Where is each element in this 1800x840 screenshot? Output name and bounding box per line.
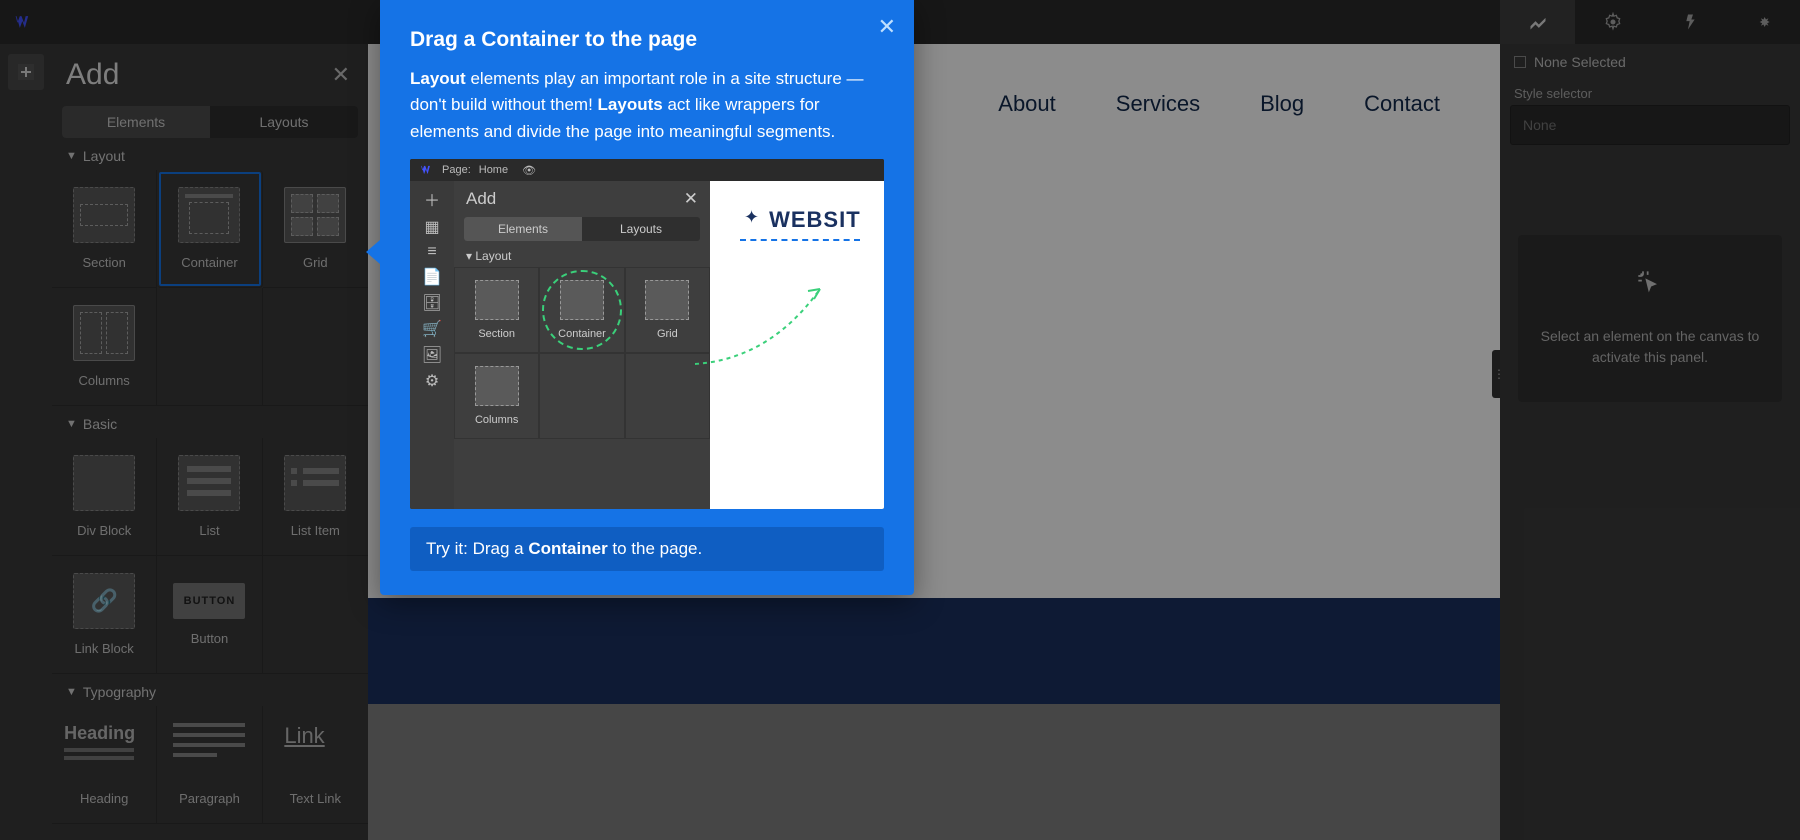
style-selector-label: Style selector [1500, 80, 1800, 105]
el-heading[interactable]: HeadingHeading [52, 706, 157, 824]
selection-crumb: None Selected [1500, 44, 1800, 80]
heading-thumb-icon: Heading [64, 723, 144, 779]
nav-about[interactable]: About [998, 91, 1056, 117]
add-panel: Add ✕ Elements Layouts ▼Layout Section C… [52, 44, 368, 840]
popup-demo-image: Page:Home 👁 ＋▦≡📄🗄🛒🖼⚙ Add✕ ElementsLayout… [410, 159, 884, 509]
popup-try-it: Try it: Drag a Container to the page. [410, 527, 884, 571]
nav-blog[interactable]: Blog [1260, 91, 1304, 117]
tab-interactions[interactable] [1650, 0, 1725, 44]
tutorial-popup: ✕ Drag a Container to the page Layout el… [380, 0, 914, 595]
tab-settings[interactable] [1575, 0, 1650, 44]
link-thumb-icon: 🔗 [73, 573, 135, 629]
add-element-tool[interactable] [8, 54, 44, 90]
chevron-down-icon: ▼ [66, 418, 77, 430]
el-list-item[interactable]: List Item [263, 438, 368, 556]
empty-state-card: Select an element on the canvas to activ… [1518, 235, 1782, 402]
list-thumb-icon [178, 455, 240, 511]
chevron-down-icon: ▼ [66, 686, 77, 698]
popup-caret-icon [366, 240, 380, 264]
el-section[interactable]: Section [52, 170, 157, 288]
nav-services[interactable]: Services [1116, 91, 1200, 117]
close-icon[interactable]: ✕ [332, 62, 350, 88]
button-thumb-icon: BUTTON [173, 583, 245, 619]
chevron-down-icon: ▼ [66, 150, 77, 162]
el-grid[interactable]: Grid [263, 170, 368, 288]
add-panel-title: Add [66, 58, 119, 92]
tab-effects[interactable] [1725, 0, 1800, 44]
list-item-thumb-icon [284, 455, 346, 511]
div-thumb-icon [73, 455, 135, 511]
grid-thumb-icon [284, 187, 346, 243]
style-selector-input[interactable]: None [1510, 105, 1790, 145]
el-paragraph[interactable]: Paragraph [157, 706, 262, 824]
container-thumb-icon [178, 187, 240, 243]
text-link-thumb-icon: Link [284, 723, 346, 779]
popup-body: Layout elements play an important role i… [410, 66, 884, 145]
style-panel: None Selected Style selector None Select… [1500, 0, 1800, 840]
el-text-link[interactable]: LinkText Link [263, 706, 368, 824]
section-header-typography[interactable]: ▼Typography [52, 674, 368, 706]
nav-contact[interactable]: Contact [1364, 91, 1440, 117]
el-div-block[interactable]: Div Block [52, 438, 157, 556]
section-header-layout[interactable]: ▼Layout [52, 138, 368, 170]
cursor-click-icon [1538, 269, 1762, 308]
el-button[interactable]: BUTTONButton [157, 556, 262, 674]
el-link-block[interactable]: 🔗Link Block [52, 556, 157, 674]
el-container[interactable]: Container [157, 170, 262, 288]
close-icon[interactable]: ✕ [878, 14, 896, 40]
el-columns[interactable]: Columns [52, 288, 157, 406]
columns-thumb-icon [73, 305, 135, 361]
left-tool-rail [0, 44, 52, 840]
section-thumb-icon [73, 187, 135, 243]
tab-elements[interactable]: Elements [62, 106, 210, 138]
section-header-basic[interactable]: ▼Basic [52, 406, 368, 438]
popup-title: Drag a Container to the page [410, 28, 884, 52]
right-panel-tabs [1500, 0, 1800, 44]
tab-layouts[interactable]: Layouts [210, 106, 358, 138]
tab-style[interactable] [1500, 0, 1575, 44]
webflow-logo[interactable] [10, 8, 38, 36]
el-list[interactable]: List [157, 438, 262, 556]
paragraph-thumb-icon [173, 723, 245, 779]
add-panel-tabs: Elements Layouts [62, 106, 358, 138]
selection-icon [1514, 56, 1526, 68]
hero-section[interactable] [368, 598, 1500, 704]
